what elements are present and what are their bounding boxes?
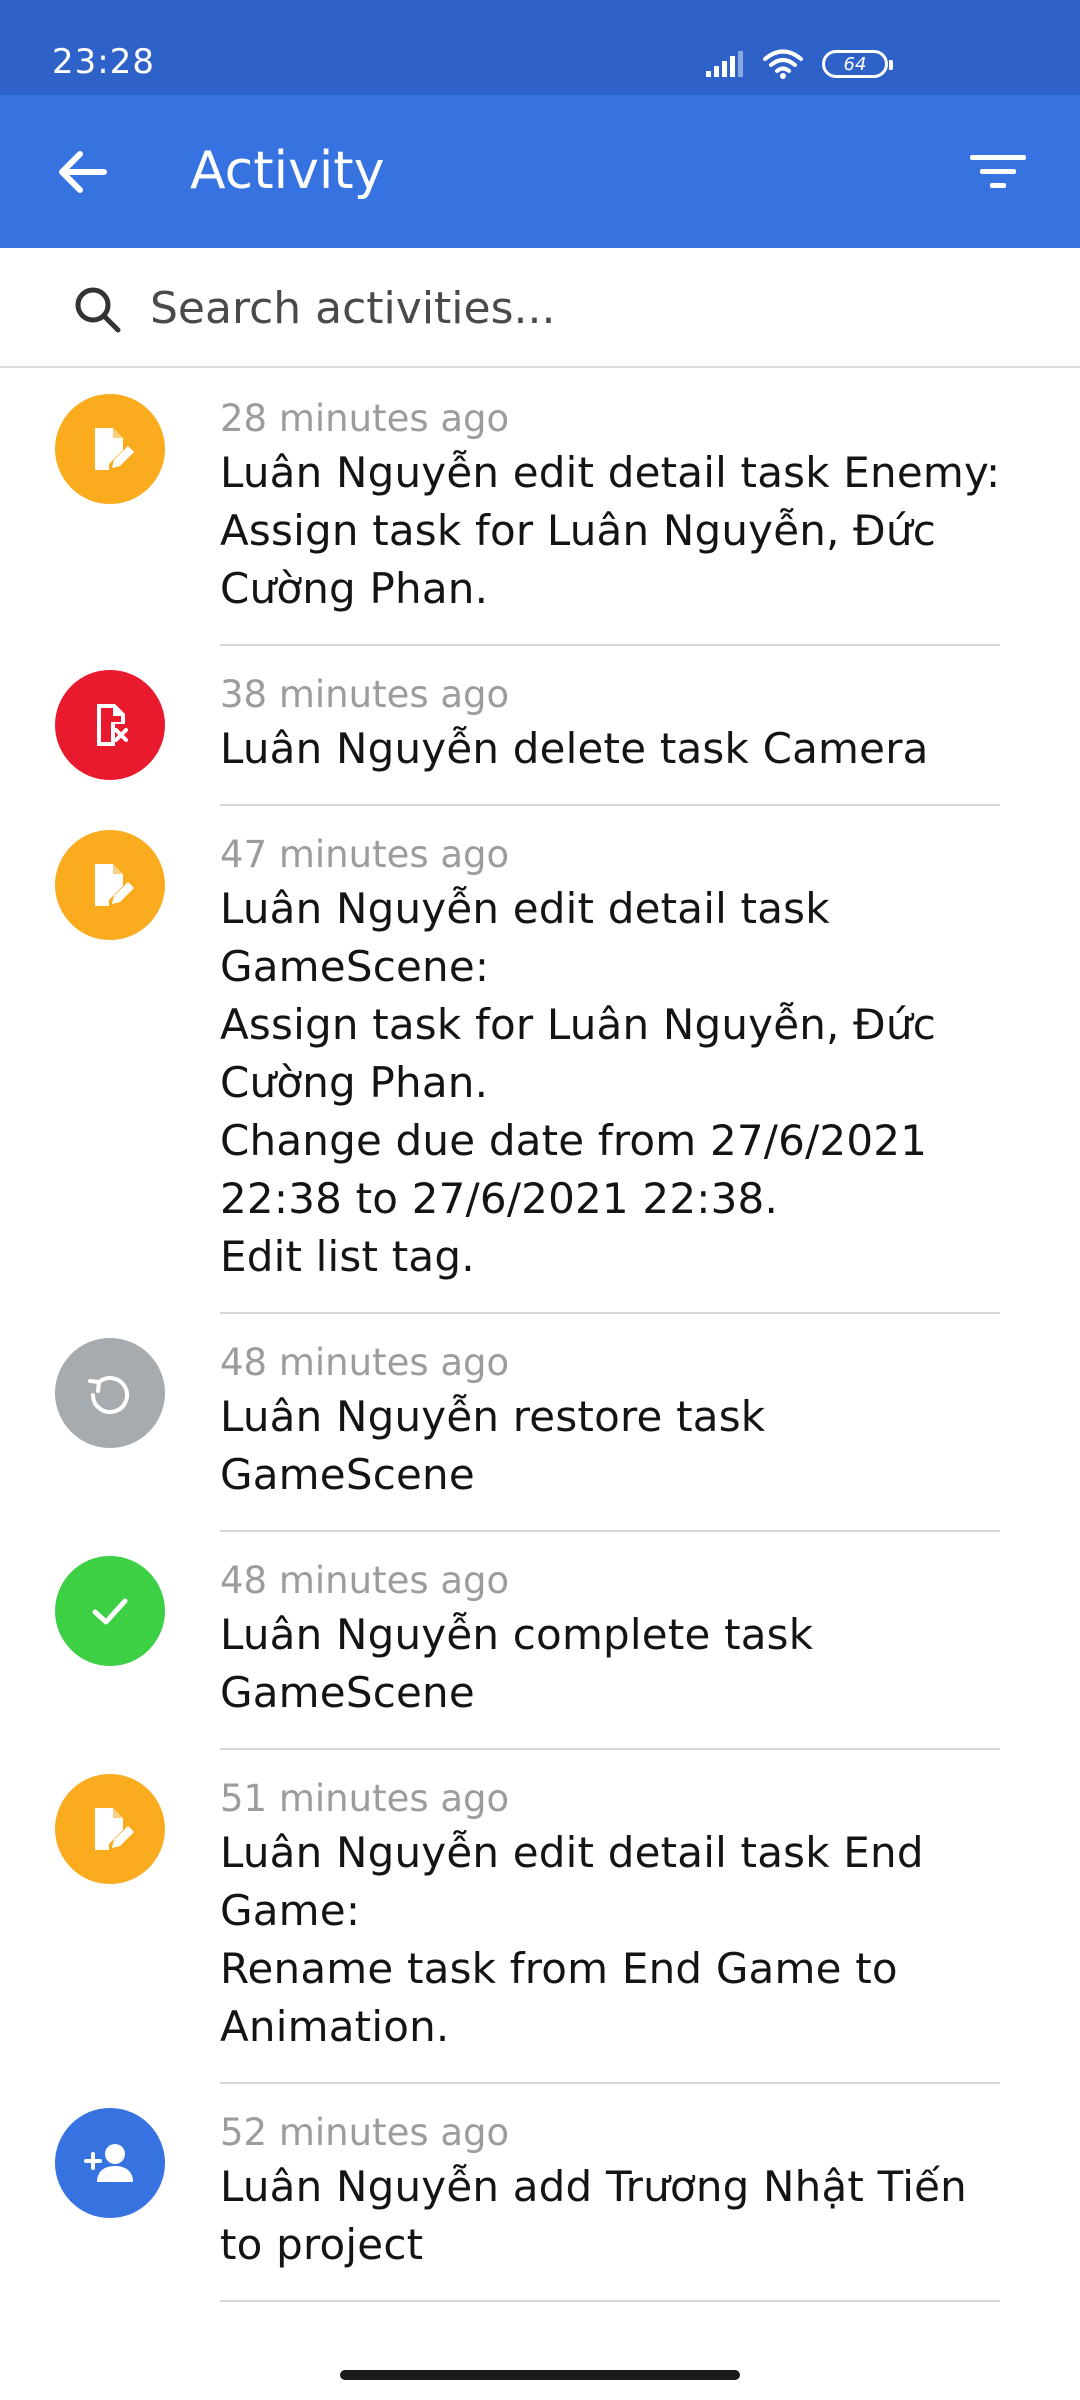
search-bar [0, 248, 1080, 368]
edit-document-icon [95, 864, 134, 906]
edit-document-icon [95, 428, 134, 470]
activity-time: 28 minutes ago [220, 397, 510, 440]
activity-text: Luân Nguyễn restore task GameScene [220, 1392, 766, 1499]
activity-text: Luân Nguyễn add Trương Nhật Tiến to proj… [220, 2162, 967, 2269]
battery-icon: 64 [822, 50, 893, 78]
delete-document-icon [97, 704, 128, 746]
edit-document-icon [95, 1808, 134, 1850]
wifi-icon [763, 49, 803, 79]
activity-avatar [55, 2108, 165, 2218]
add-person-icon [84, 2144, 133, 2182]
activity-text: Luân Nguyễn edit detail task End Game: R… [220, 1828, 924, 2051]
activity-text: Luân Nguyễn edit detail task GameScene: … [220, 884, 937, 1281]
home-indicator[interactable] [340, 2370, 740, 2380]
activity-time: 51 minutes ago [220, 1777, 510, 1820]
divider [220, 2300, 1000, 2302]
back-button[interactable] [40, 130, 124, 214]
activity-item[interactable]: 28 minutes ago Luân Nguyễn edit detail t… [0, 370, 1080, 646]
signal-icon [706, 51, 743, 77]
activity-text: Luân Nguyễn edit detail task Enemy: Assi… [220, 448, 1001, 613]
activity-item[interactable]: 52 minutes ago Luân Nguyễn add Trương Nh… [0, 2084, 1080, 2302]
activity-time: 48 minutes ago [220, 1341, 510, 1384]
filter-button[interactable] [956, 130, 1040, 214]
app-bar: Activity [0, 95, 1080, 248]
activity-item[interactable]: 38 minutes ago Luân Nguyễn delete task C… [0, 646, 1080, 806]
activity-avatar [55, 1338, 165, 1448]
activity-time: 48 minutes ago [220, 1559, 510, 1602]
status-time: 23:28 [52, 42, 155, 82]
checkmark-icon [92, 1598, 128, 1625]
activity-text: Luân Nguyễn delete task Camera [220, 724, 929, 773]
search-icon [75, 287, 121, 333]
activity-time: 47 minutes ago [220, 833, 510, 876]
page-title: Activity [190, 141, 385, 201]
restore-icon [88, 1376, 129, 1415]
activity-avatar [55, 394, 165, 504]
status-icons: 64 [704, 44, 893, 84]
battery-level: 64 [843, 53, 867, 75]
filter-icon [970, 155, 1026, 188]
activity-avatar [55, 1556, 165, 1666]
activity-avatar [55, 1774, 165, 1884]
activity-avatar [55, 830, 165, 940]
activity-list: 28 minutes ago Luân Nguyễn edit detail t… [0, 370, 1080, 2302]
activity-text: Luân Nguyễn complete task GameScene [220, 1610, 814, 1717]
activity-item[interactable]: 48 minutes ago Luân Nguyễn restore task … [0, 1314, 1080, 1532]
activity-item[interactable]: 47 minutes ago Luân Nguyễn edit detail t… [0, 806, 1080, 1314]
search-input[interactable] [150, 278, 1010, 338]
activity-time: 52 minutes ago [220, 2111, 510, 2154]
activity-time: 38 minutes ago [220, 673, 510, 716]
activity-avatar [55, 670, 165, 780]
activity-item[interactable]: 48 minutes ago Luân Nguyễn complete task… [0, 1532, 1080, 1750]
arrow-back-icon [59, 151, 107, 193]
status-bar: 23:28 64 [0, 0, 1080, 95]
activity-item[interactable]: 51 minutes ago Luân Nguyễn edit detail t… [0, 1750, 1080, 2084]
